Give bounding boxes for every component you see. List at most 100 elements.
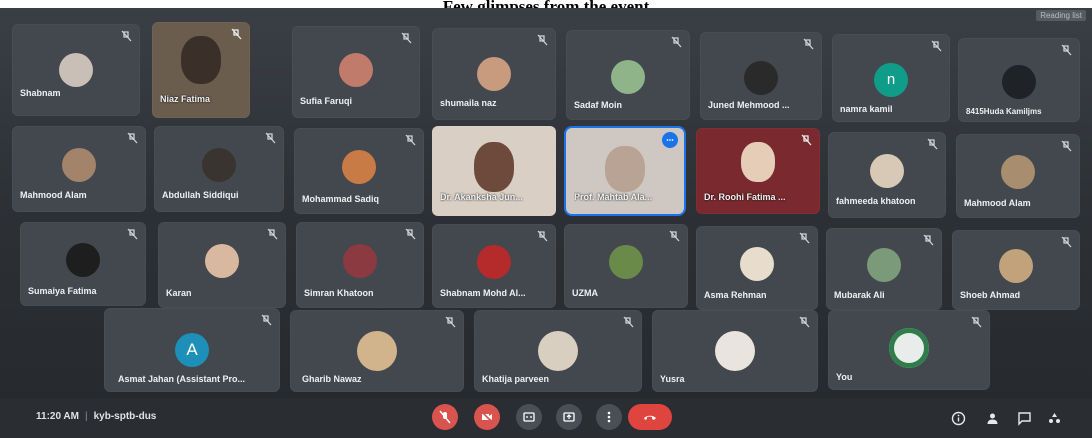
more-options-icon[interactable] (662, 132, 678, 148)
participant-tile[interactable]: Shoeb Ahmad (952, 230, 1080, 310)
avatar (202, 147, 236, 182)
mic-toggle-button[interactable] (432, 404, 458, 430)
participant-tile[interactable]: Gharib Nawaz (290, 310, 464, 392)
mic-off-icon (536, 34, 548, 46)
avatar (1001, 154, 1035, 189)
participant-name: Sufia Faruqi (300, 96, 353, 106)
participant-name: Dr. Akanksha Jun... (440, 192, 523, 202)
mic-off-icon (404, 228, 416, 240)
participant-tile[interactable]: 8415Huda Kamiljms (958, 38, 1080, 122)
chat-icon[interactable] (1016, 410, 1032, 426)
leave-call-button[interactable] (628, 404, 672, 430)
participant-name: Mahmood Alam (20, 190, 87, 200)
participant-tile[interactable]: n namra kamil (832, 34, 950, 122)
mic-off-icon (670, 36, 682, 48)
participant-name: Juned Mehmood ... (708, 100, 790, 110)
participant-tile[interactable]: Karan (158, 222, 286, 308)
people-icon[interactable] (984, 410, 1000, 426)
participant-tile[interactable]: Dr. Akanksha Jun... (432, 126, 556, 216)
participant-name: Shabnam Mohd Al... (440, 288, 526, 298)
mic-off-icon (1060, 140, 1072, 152)
mic-off-icon (120, 30, 132, 42)
mic-off-icon (404, 134, 416, 146)
participant-tile[interactable]: A Asmat Jahan (Assistant Pro... (104, 308, 280, 392)
participant-tile[interactable]: Mubarak Ali (826, 228, 942, 310)
reading-list-button[interactable]: Reading list (1036, 10, 1086, 21)
participant-name: fahmeeda khatoon (836, 196, 916, 206)
participant-tile[interactable]: Asma Rehman (696, 226, 818, 310)
avatar (66, 242, 100, 277)
participant-name: Shoeb Ahmad (960, 290, 1021, 300)
participant-tile[interactable]: Mahmood Alam (956, 134, 1080, 218)
participant-tile[interactable]: Sumaiya Fatima (20, 222, 146, 306)
participant-tile[interactable]: Shabnam (12, 24, 140, 116)
participant-tile[interactable]: UZMA (564, 224, 688, 308)
meeting-details-icon[interactable] (950, 410, 966, 426)
avatar (744, 60, 778, 95)
mic-off-icon (622, 316, 634, 328)
mic-off-icon (264, 132, 276, 144)
participant-tile[interactable]: fahmeeda khatoon (828, 132, 946, 218)
meeting-code: kyb-sptb-dus (93, 411, 157, 422)
video-feed (605, 146, 645, 193)
participant-tile[interactable]: Niaz Fatima (152, 22, 250, 118)
activities-icon[interactable] (1046, 410, 1062, 426)
mic-off-icon (126, 228, 138, 240)
more-options-button[interactable] (596, 404, 622, 430)
participant-tile[interactable]: Yusra (652, 310, 818, 392)
mic-off-icon (970, 316, 982, 328)
mic-off-icon (922, 234, 934, 246)
mic-off-icon (668, 230, 680, 242)
video-feed (474, 141, 514, 192)
participant-tile[interactable]: Sadaf Moin (566, 30, 690, 120)
video-feed (181, 36, 221, 85)
participant-tile[interactable]: Shabnam Mohd Al... (432, 224, 556, 308)
avatar (740, 246, 774, 281)
avatar (611, 59, 645, 94)
participant-tile[interactable]: Sufia Faruqi (292, 26, 420, 118)
captions-button[interactable] (516, 404, 542, 430)
participant-tile[interactable]: Simran Khatoon (296, 222, 424, 308)
mic-off-icon (798, 232, 810, 244)
avatar (477, 57, 511, 91)
participant-name: Karan (166, 288, 192, 298)
participant-tile[interactable]: Juned Mehmood ... (700, 32, 822, 120)
avatar (538, 331, 578, 371)
mic-off-icon (126, 132, 138, 144)
mic-off-icon (926, 138, 938, 150)
avatar (870, 153, 904, 188)
participant-tile[interactable]: You (828, 310, 990, 390)
avatar (609, 244, 643, 279)
mic-off-icon (230, 28, 242, 40)
mic-off-icon (260, 314, 272, 326)
participant-tile-active[interactable]: Prof. Mahtab Ala... (566, 128, 684, 214)
mic-off-icon (798, 316, 810, 328)
participant-name: Khatija parveen (482, 374, 550, 384)
participant-name: Sumaiya Fatima (28, 286, 97, 296)
participant-name: namra kamil (840, 104, 893, 114)
avatar (59, 53, 93, 87)
avatar (715, 331, 755, 371)
participant-tile[interactable]: shumaila naz (432, 28, 556, 120)
camera-toggle-button[interactable] (474, 404, 500, 430)
participant-tile[interactable]: Mohammad Sadiq (294, 128, 424, 214)
logo-avatar (889, 328, 929, 369)
participant-tile[interactable]: Khatija parveen (474, 310, 642, 392)
mic-off-icon (802, 38, 814, 50)
mic-off-icon (800, 134, 812, 146)
meeting-info: 11:20 AM | kyb-sptb-dus (36, 411, 156, 422)
participant-name: Yusra (660, 374, 685, 384)
meeting-time: 11:20 AM (36, 411, 79, 422)
participant-name: Mahmood Alam (964, 198, 1031, 208)
present-screen-button[interactable] (556, 404, 582, 430)
participant-name: shumaila naz (440, 98, 497, 108)
avatar (339, 53, 373, 88)
avatar (205, 243, 239, 278)
participant-tile[interactable]: Abdullah Siddiqui (154, 126, 284, 212)
participant-tile[interactable]: Mahmood Alam (12, 126, 146, 212)
mic-off-icon (1060, 44, 1072, 56)
separator: | (84, 411, 88, 422)
participant-name: Asma Rehman (704, 290, 767, 300)
participant-tile[interactable]: Dr. Roohi Fatima ... (696, 128, 820, 214)
avatar (867, 247, 901, 282)
